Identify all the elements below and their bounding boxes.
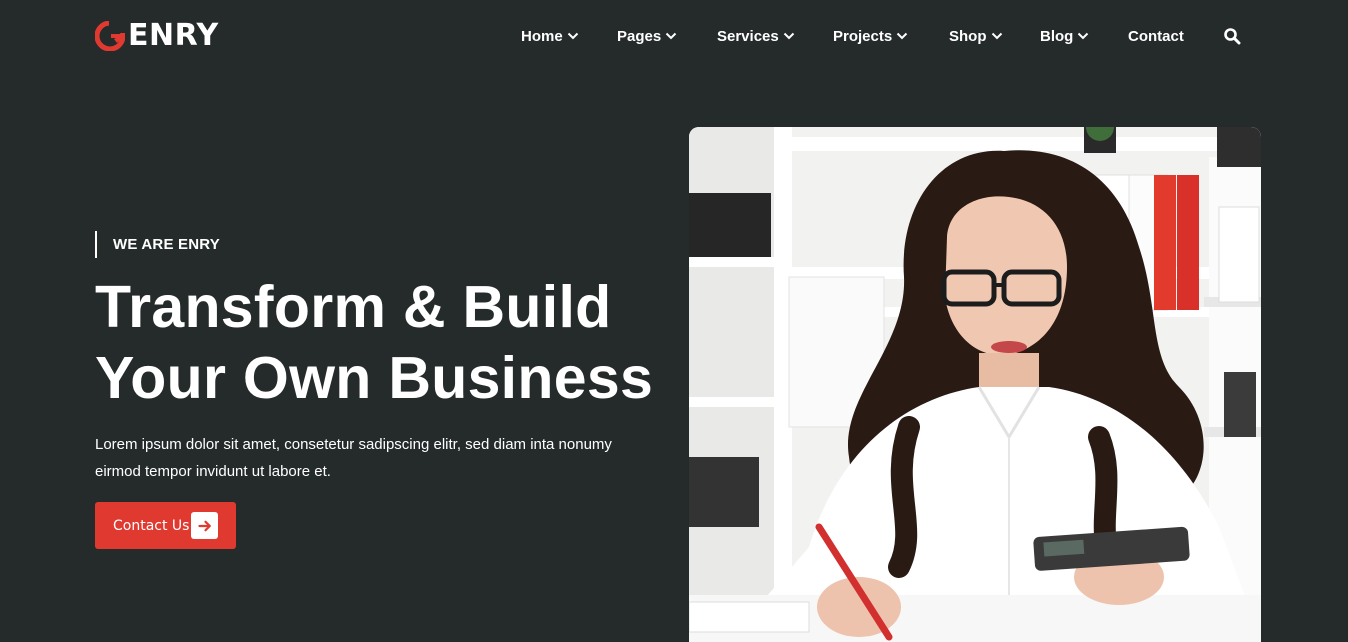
cta-label: Contact Us bbox=[113, 517, 190, 534]
headline-line-2: Your Own Business bbox=[95, 345, 654, 411]
search-button[interactable] bbox=[1223, 27, 1241, 45]
nav-item-shop[interactable]: Shop bbox=[949, 26, 1040, 46]
nav-item-label: Blog bbox=[1040, 27, 1074, 45]
chevron-down-icon bbox=[991, 32, 1002, 40]
nav-item-label: Contact bbox=[1128, 27, 1184, 45]
nav-item-label: Home bbox=[521, 27, 563, 45]
arrow-right-icon bbox=[191, 512, 218, 539]
site-header: ENRY Home Pages Services Projects Shop B… bbox=[0, 0, 1348, 72]
hero-headline: Transform & Build Your Own Business bbox=[95, 272, 675, 414]
nav-item-label: Pages bbox=[617, 27, 662, 45]
nav-item-label: Shop bbox=[949, 27, 987, 45]
nav-item-blog[interactable]: Blog bbox=[1040, 26, 1128, 46]
woman-at-desk-photo bbox=[689, 127, 1261, 642]
chevron-down-icon bbox=[783, 32, 794, 40]
hero-description: Lorem ipsum dolor sit amet, consetetur s… bbox=[95, 436, 612, 480]
search-icon bbox=[1224, 28, 1241, 45]
nav-item-label: Services bbox=[717, 27, 779, 45]
nav-item-label: Projects bbox=[833, 27, 893, 45]
g-logo-icon bbox=[95, 21, 125, 51]
chevron-down-icon bbox=[567, 32, 578, 40]
nav-item-home[interactable]: Home bbox=[521, 26, 617, 46]
nav-item-pages[interactable]: Pages bbox=[617, 26, 717, 46]
hero-eyebrow: WE ARE ENRY bbox=[95, 231, 220, 258]
logo-link[interactable]: ENRY bbox=[95, 20, 219, 52]
chevron-down-icon bbox=[665, 32, 677, 40]
nav-item-services[interactable]: Services bbox=[717, 26, 833, 46]
chevron-down-icon bbox=[896, 32, 908, 40]
headline-line-1: Transform & Build bbox=[95, 274, 612, 340]
nav-item-projects[interactable]: Projects bbox=[833, 26, 949, 46]
hero-image bbox=[689, 127, 1261, 642]
brand-name: ENRY bbox=[128, 18, 219, 53]
chevron-down-icon bbox=[1078, 32, 1089, 40]
main-nav: Home Pages Services Projects Shop Blog C… bbox=[521, 26, 1184, 46]
contact-us-button[interactable]: Contact Us bbox=[95, 502, 236, 549]
nav-item-contact[interactable]: Contact bbox=[1128, 26, 1184, 46]
